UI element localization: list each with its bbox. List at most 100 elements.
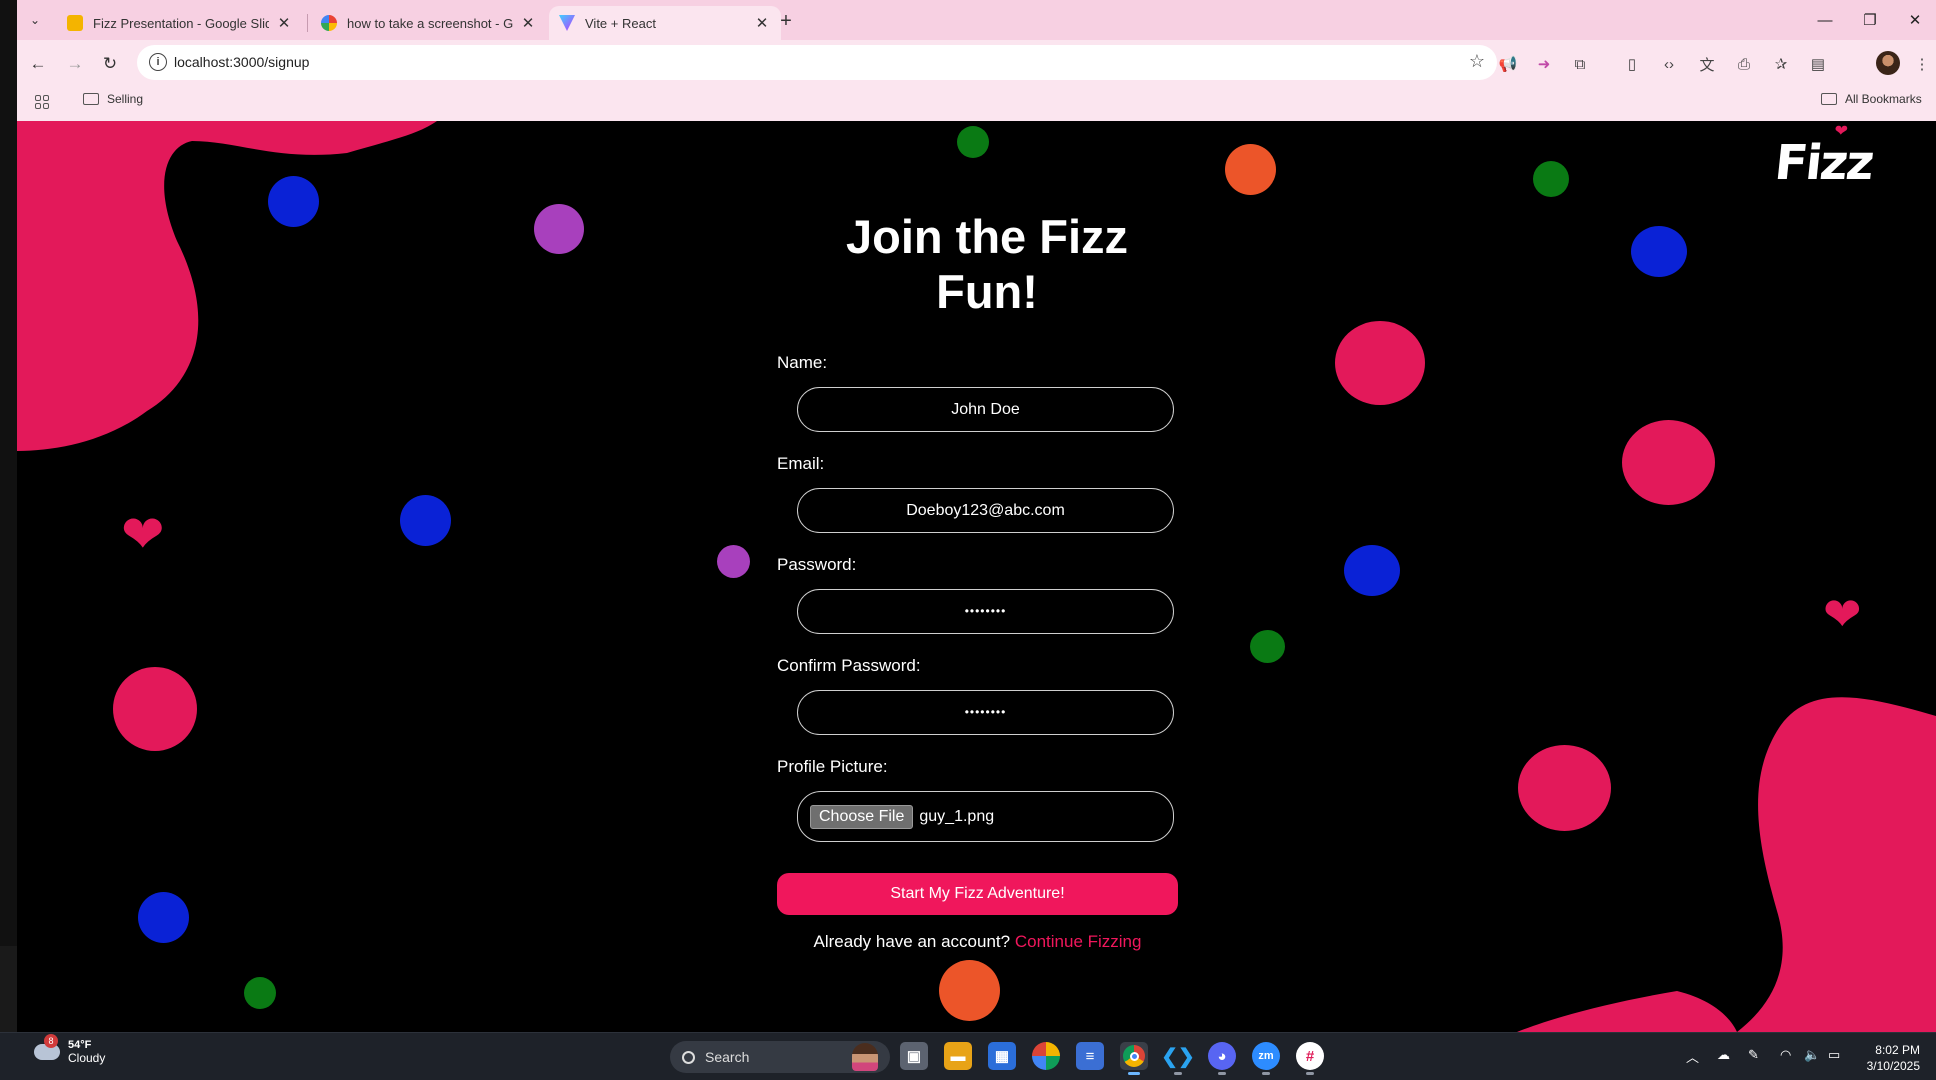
blue-dot — [1631, 226, 1687, 277]
menu-kebab-icon[interactable]: ⋮ — [1911, 53, 1933, 75]
heart-icon: ❤ — [121, 506, 165, 564]
close-tab-icon[interactable]: ✕ — [753, 14, 771, 32]
photos-icon[interactable] — [1032, 1042, 1060, 1070]
orange-dot — [939, 960, 1000, 1021]
bookmarks-bar: Selling All Bookmarks — [17, 86, 1936, 121]
pen-icon[interactable]: ✎ — [1748, 1047, 1759, 1063]
file-name: guy_1.png — [919, 807, 995, 825]
bookmark-star-icon[interactable]: ☆ — [1469, 51, 1485, 72]
close-tab-icon[interactable]: ✕ — [519, 14, 537, 32]
choose-file-button[interactable]: Choose File — [810, 804, 914, 829]
name-input[interactable] — [797, 387, 1174, 432]
devtools-code-icon[interactable]: ‹› — [1658, 53, 1680, 75]
show-hidden-icons-chevron[interactable]: ︿ — [1686, 1047, 1699, 1066]
side-panel-icon[interactable]: ▤ — [1807, 53, 1829, 75]
wifi-icon[interactable]: ◠ — [1780, 1047, 1791, 1063]
blue-dot — [268, 176, 319, 227]
tab-vite-react[interactable]: Vite + React ✕ — [549, 6, 781, 40]
password-label: Password: — [777, 555, 857, 574]
search-icon — [682, 1050, 695, 1064]
url-text[interactable]: localhost:3000/signup — [174, 54, 309, 70]
profile-avatar[interactable] — [1876, 51, 1900, 75]
restore-button[interactable]: ❐ — [1857, 8, 1883, 32]
google-slides-icon — [67, 15, 83, 31]
top-left-blob — [17, 121, 437, 451]
signup-page: ❤ ❤ ❤ Fizz Join the Fizz Fun! Name: Emai… — [17, 121, 1936, 1032]
battery-icon[interactable]: ▭ — [1828, 1047, 1840, 1063]
name-label: Name: — [777, 353, 828, 372]
print-icon[interactable]: ⎙ — [1733, 53, 1755, 75]
profile-picture-input: Choose File guy_1.png — [797, 791, 1174, 842]
purple-dot — [717, 545, 750, 578]
blue-dot — [1344, 545, 1400, 596]
search-highlight-image — [852, 1043, 878, 1071]
pink-dot — [1518, 745, 1611, 831]
discord-icon[interactable]: ◕ — [1208, 1042, 1236, 1075]
continue-fizzing-link[interactable]: Continue Fizzing — [1015, 932, 1142, 951]
email-label: Email: — [777, 454, 825, 473]
back-button[interactable]: ← — [25, 51, 51, 77]
green-dot — [1250, 630, 1285, 663]
pink-dot — [1622, 420, 1715, 505]
google-icon — [321, 15, 337, 31]
folder-icon — [83, 93, 99, 105]
zoom-icon[interactable]: zm — [1252, 1042, 1280, 1075]
forward-button[interactable]: → — [62, 51, 88, 77]
heart-icon: ❤ — [1833, 121, 1847, 140]
login-prompt: Already have an account? Continue Fizzin… — [813, 932, 1142, 951]
browser-chrome: ⌄ Fizz Presentation - Google Slides ✕ ho… — [17, 0, 1936, 121]
task-view-icon[interactable]: ▣ — [900, 1042, 928, 1070]
close-window-button[interactable]: ✕ — [1902, 8, 1928, 32]
favorites-icon[interactable]: ✰ — [1770, 53, 1792, 75]
taskbar-search[interactable]: Search — [670, 1041, 890, 1073]
arrow-extension-icon[interactable]: ➜ — [1533, 53, 1555, 75]
email-input[interactable] — [797, 488, 1174, 533]
address-bar[interactable]: i localhost:3000/signup ☆ — [137, 45, 1497, 80]
extensions-puzzle-icon[interactable]: ⧉ — [1569, 53, 1591, 75]
tab-fizz-presentation[interactable]: Fizz Presentation - Google Slides ✕ — [57, 6, 303, 40]
apps-grid-icon — [35, 95, 49, 109]
chrome-icon[interactable] — [1120, 1042, 1148, 1075]
new-tab-button[interactable]: + — [773, 8, 799, 34]
apps-button[interactable] — [35, 95, 49, 109]
green-dot — [244, 977, 276, 1009]
vscode-icon[interactable]: ❮❯ — [1161, 1042, 1195, 1075]
bookmark-folder-selling[interactable]: Selling — [83, 92, 143, 106]
temperature: 54°F — [68, 1039, 92, 1051]
profile-picture-label: Profile Picture: — [777, 757, 888, 776]
windows-start-icon[interactable] — [632, 1045, 656, 1069]
site-info-icon[interactable]: i — [149, 53, 167, 71]
blue-dot — [138, 892, 189, 943]
volume-icon[interactable]: 🔈 — [1804, 1047, 1820, 1063]
blue-dot — [400, 495, 451, 546]
desktop-edge — [0, 0, 17, 1032]
onedrive-cloud-icon[interactable]: ☁ — [1717, 1047, 1730, 1063]
system-clock[interactable]: 8:02 PM 3/10/2025 — [1864, 1042, 1920, 1074]
green-dot — [1533, 161, 1569, 197]
tab-google-search[interactable]: how to take a screenshot - Google ✕ — [311, 6, 547, 40]
tab-search-button[interactable]: ⌄ — [23, 8, 47, 32]
pink-dot — [113, 667, 197, 751]
megaphone-extension-icon[interactable]: 📢 — [1497, 53, 1519, 75]
confirm-password-input[interactable]: •••••••• — [797, 690, 1174, 735]
orange-dot — [1225, 144, 1276, 195]
start-adventure-button[interactable]: Start My Fizz Adventure! — [777, 873, 1178, 915]
reload-button[interactable]: ↻ — [97, 51, 123, 77]
cloud-icon: 8 — [34, 1034, 60, 1060]
notepad-icon[interactable]: ≡ — [1076, 1042, 1104, 1070]
page-title: Join the Fizz Fun! — [846, 210, 1128, 318]
slack-icon[interactable]: # — [1296, 1042, 1324, 1075]
all-bookmarks-button[interactable]: All Bookmarks — [1821, 92, 1922, 106]
reading-mode-icon[interactable]: ▯ — [1621, 53, 1643, 75]
weather-condition: Cloudy — [68, 1051, 106, 1065]
weather-widget[interactable]: 8 54°F Cloudy — [34, 1034, 106, 1065]
minimize-button[interactable]: — — [1812, 8, 1838, 32]
browser-toolbar: ← → ↻ i localhost:3000/signup ☆ 📢 ➜ ⧉ ▯ … — [17, 40, 1936, 86]
translate-icon[interactable]: 文 — [1696, 53, 1718, 75]
pink-dot — [1335, 321, 1425, 405]
password-input[interactable]: •••••••• — [797, 589, 1174, 634]
close-tab-icon[interactable]: ✕ — [275, 14, 293, 32]
bottom-right-blob — [1737, 697, 1936, 1032]
microsoft-store-icon[interactable]: ▦ — [988, 1042, 1016, 1070]
file-explorer-icon[interactable]: ▬ — [944, 1042, 972, 1070]
